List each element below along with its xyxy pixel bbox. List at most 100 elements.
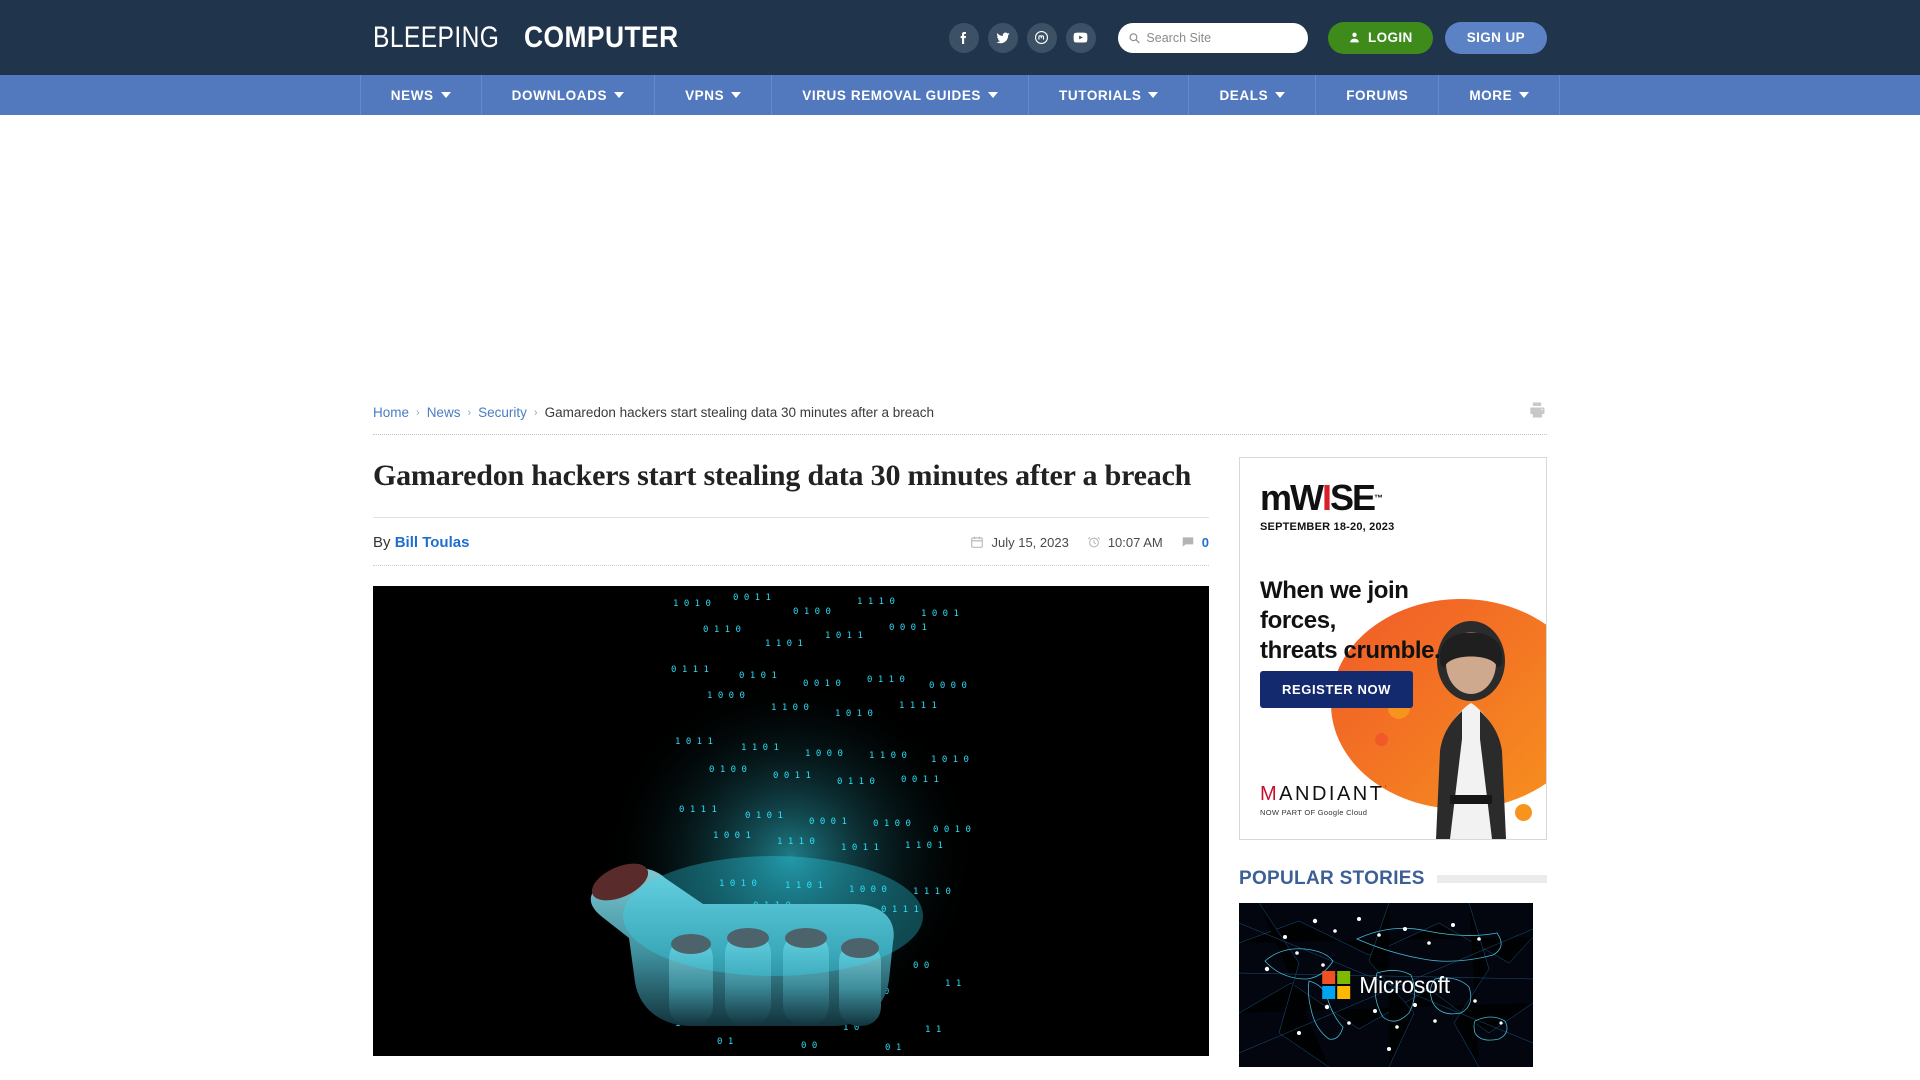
page-content: Home › News › Security › Gamaredon hacke… xyxy=(373,400,1547,1067)
svg-text:1 0 1 1: 1 0 1 1 xyxy=(825,631,863,641)
nav-item-vpns[interactable]: VPNS xyxy=(654,75,771,115)
svg-text:1 0 1 0: 1 0 1 0 xyxy=(673,599,711,609)
nav-item-news[interactable]: NEWS xyxy=(359,75,481,115)
nav-item-tutorials[interactable]: TUTORIALS xyxy=(1028,75,1188,115)
chevron-down-icon xyxy=(731,92,742,98)
svg-text:0 0 1 0: 0 0 1 0 xyxy=(803,679,841,689)
breadcrumb: Home › News › Security › Gamaredon hacke… xyxy=(373,405,934,420)
svg-text:0 0: 0 0 xyxy=(801,1041,817,1051)
by-label: By xyxy=(373,533,391,551)
chevron-down-icon xyxy=(1148,92,1159,98)
ad-register-button[interactable]: REGISTER NOW xyxy=(1260,671,1414,708)
svg-text:0 0 0 0: 0 0 0 0 xyxy=(929,681,967,691)
breadcrumb-item-home[interactable]: Home xyxy=(373,405,409,420)
breadcrumb-row: Home › News › Security › Gamaredon hacke… xyxy=(373,400,1547,435)
nav-label: DOWNLOADS xyxy=(511,87,608,103)
microsoft-logo: Microsoft xyxy=(1322,971,1450,999)
site-logo[interactable]: BLEEPING COMPUTER xyxy=(373,21,700,55)
svg-text:1 0 1 1: 1 0 1 1 xyxy=(675,737,713,747)
signup-button[interactable]: SIGN UP xyxy=(1444,21,1547,54)
microsoft-wordmark: Microsoft xyxy=(1359,971,1450,998)
breadcrumb-item-news[interactable]: News xyxy=(427,405,461,420)
signup-label: SIGN UP xyxy=(1466,30,1525,45)
article-column: Gamaredon hackers start stealing data 30… xyxy=(373,457,1209,1067)
print-icon[interactable] xyxy=(1527,400,1547,425)
nav-item-virus-removal-guides[interactable]: VIRUS REMOVAL GUIDES xyxy=(771,75,1028,115)
youtube-icon[interactable] xyxy=(1065,22,1096,53)
svg-text:0 0: 0 0 xyxy=(913,961,929,971)
svg-text:0 1 1 0: 0 1 1 0 xyxy=(837,777,875,787)
search-box[interactable] xyxy=(1117,22,1308,53)
svg-text:1 0 0 1: 1 0 0 1 xyxy=(921,609,959,619)
svg-text:0 1 0 0: 0 1 0 0 xyxy=(709,765,747,775)
sidebar-advertisement[interactable]: m W I SE ™ SEPTEMBER 18-20, 2023 When we joi… xyxy=(1239,457,1547,840)
breadcrumb-item-security[interactable]: Security xyxy=(478,405,527,420)
nav-label: NEWS xyxy=(390,87,434,103)
nav-items: NEWS DOWNLOADS VPNS VIRUS REMOVAL GUIDES… xyxy=(359,75,1561,115)
nav-label: VPNS xyxy=(685,87,725,103)
ad-headline-line1: When we join forces, xyxy=(1260,577,1409,634)
nav-item-deals[interactable]: DEALS xyxy=(1188,75,1315,115)
mandiant-m: M xyxy=(1260,783,1280,805)
search-icon xyxy=(1129,32,1140,43)
sidebar-column: m W I SE ™ SEPTEMBER 18-20, 2023 When we joi… xyxy=(1239,457,1547,1067)
article-hero-image: 1 0 1 0 0 1 1 0 0 0 1 1 1 1 0 1 0 1 0 0 1 0… xyxy=(373,585,1209,1056)
svg-text:1 0 1 1: 1 0 1 1 xyxy=(841,843,879,853)
chevron-right-icon: › xyxy=(467,406,472,419)
chevron-down-icon xyxy=(614,92,625,98)
author-link[interactable]: Bill Toulas xyxy=(395,534,470,551)
mandiant-logo: MANDIANT˙ NOW PART OF Google Cloud xyxy=(1260,783,1390,817)
byline: By Bill Toulas xyxy=(373,534,469,551)
mwise-m: m xyxy=(1260,477,1292,518)
svg-text:0 1 1 0: 0 1 1 0 xyxy=(703,625,741,635)
comment-count: 0 xyxy=(1201,534,1209,550)
nav-item-more[interactable]: MORE xyxy=(1438,75,1561,115)
ad-decorative-dot xyxy=(1375,733,1388,746)
content-columns: Gamaredon hackers start stealing data 30… xyxy=(373,435,1547,1067)
svg-text:0 0 1 1: 0 0 1 1 xyxy=(733,593,771,603)
chevron-down-icon xyxy=(1275,92,1286,98)
svg-text:1 1 1 0: 1 1 1 0 xyxy=(913,887,951,897)
nav-label: FORUMS xyxy=(1346,87,1409,103)
chevron-right-icon: › xyxy=(416,406,420,419)
publish-time-label: 10:07 AM xyxy=(1107,534,1163,550)
publish-date-label: July 15, 2023 xyxy=(991,534,1069,550)
alarm-clock-icon xyxy=(1087,537,1100,548)
mandiant-subtitle: NOW PART OF Google Cloud xyxy=(1260,808,1368,817)
svg-text:1 0 0 0: 1 0 0 0 xyxy=(707,691,745,701)
svg-text:0 0 0 1: 0 0 0 1 xyxy=(889,623,927,633)
nav-label: DEALS xyxy=(1219,87,1269,103)
comments-link[interactable]: 0 xyxy=(1181,535,1209,550)
twitter-icon[interactable] xyxy=(987,22,1018,53)
leaderboard-ad-slot xyxy=(0,115,1920,400)
svg-text:0 0 0 1: 0 0 0 1 xyxy=(809,817,847,827)
svg-text:1 0 1 0: 1 0 1 0 xyxy=(835,709,873,719)
popular-story-thumbnail[interactable]: Microsoft xyxy=(1239,903,1533,1067)
site-header: BLEEPING COMPUTER Search Site LOGIN SIGN… xyxy=(0,0,1920,75)
svg-text:1 1: 1 1 xyxy=(945,979,961,989)
page-title: Gamaredon hackers start stealing data 30… xyxy=(373,457,1209,518)
facebook-icon[interactable] xyxy=(948,22,979,53)
user-icon xyxy=(1350,32,1359,43)
mwise-event-date: SEPTEMBER 18-20, 2023 xyxy=(1260,521,1395,533)
site-logo-bold: COMPUTER xyxy=(524,20,679,54)
comment-icon xyxy=(1182,537,1194,547)
search-input[interactable] xyxy=(1146,30,1298,45)
login-label: LOGIN xyxy=(1367,30,1413,45)
chevron-down-icon xyxy=(1519,92,1530,98)
mastodon-icon[interactable] xyxy=(1026,22,1057,53)
nav-item-forums[interactable]: FORUMS xyxy=(1315,75,1438,115)
svg-text:0 1 1 0: 0 1 1 0 xyxy=(867,675,905,685)
svg-text:1 1 0 0: 1 1 0 0 xyxy=(771,703,809,713)
svg-text:0 1: 0 1 xyxy=(885,1043,901,1053)
svg-text:0 1 0 1: 0 1 0 1 xyxy=(739,671,777,681)
mwise-bolt-icon: I xyxy=(1322,477,1332,518)
nav-item-downloads[interactable]: DOWNLOADS xyxy=(480,75,654,115)
calendar-icon xyxy=(971,536,984,548)
publish-date: July 15, 2023 xyxy=(970,534,1069,550)
svg-text:1 1 0 1: 1 1 0 1 xyxy=(905,841,943,851)
mandiant-trademark: ˙ xyxy=(1384,784,1390,795)
ad-headline: When we join forces, threats crumble. xyxy=(1260,576,1490,666)
nav-label: TUTORIALS xyxy=(1059,87,1142,103)
login-button[interactable]: LOGIN xyxy=(1327,21,1433,54)
